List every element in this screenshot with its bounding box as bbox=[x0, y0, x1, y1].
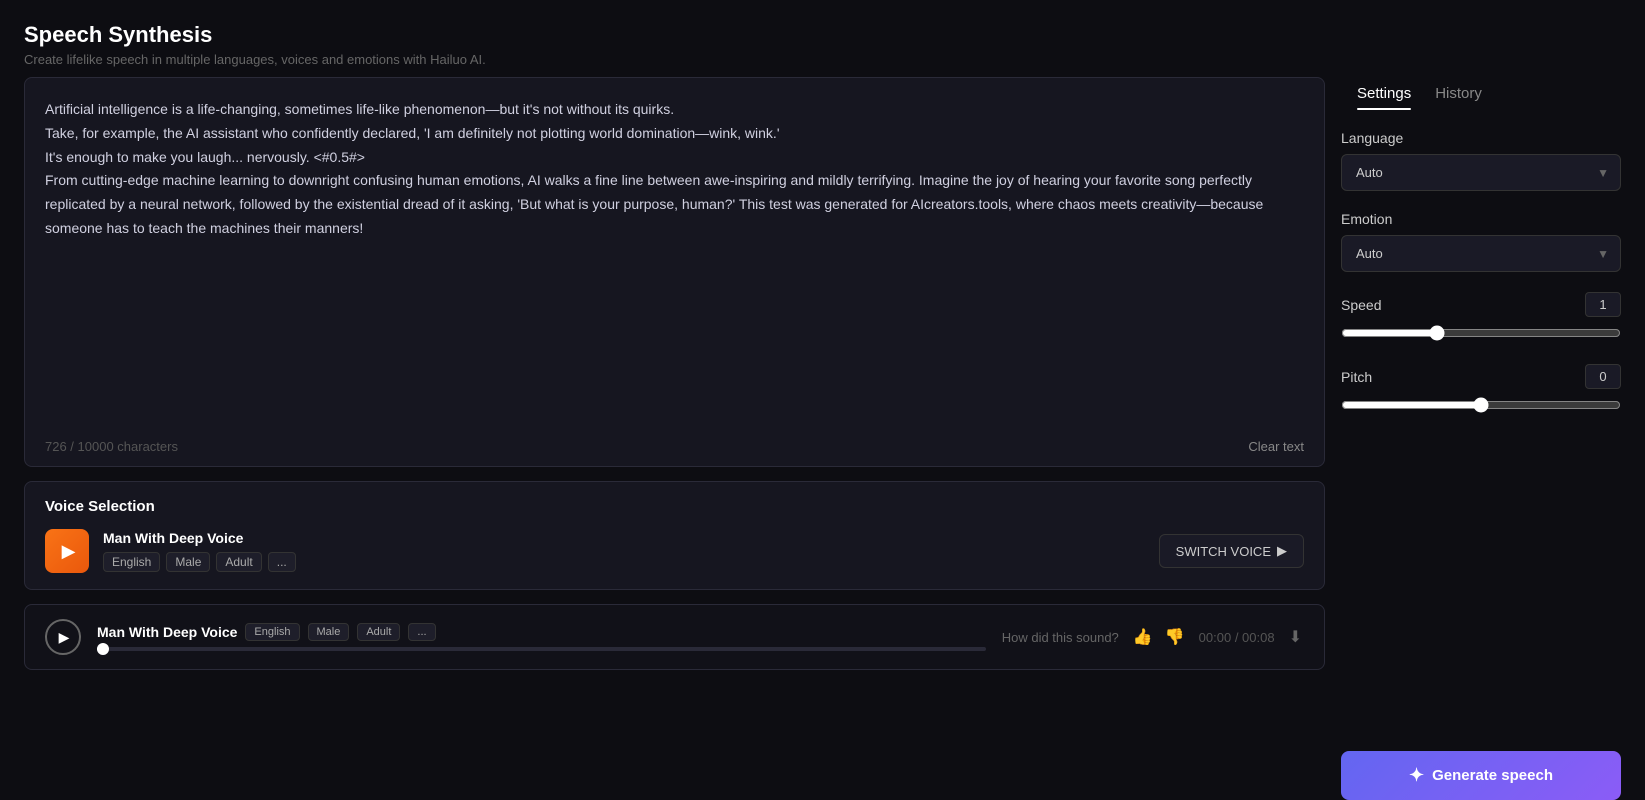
audio-current-time: 00:00 bbox=[1199, 630, 1232, 645]
audio-voice-name: Man With Deep Voice bbox=[97, 624, 237, 640]
emotion-select[interactable]: Auto Neutral Happy Sad Angry Fearful bbox=[1341, 235, 1621, 272]
page-title: Speech Synthesis bbox=[24, 22, 1621, 48]
audio-time: 00:00 / 00:08 bbox=[1199, 630, 1275, 645]
audio-progress-dot bbox=[97, 643, 109, 655]
voice-selection-section: Voice Selection ▶ Man With Deep Voice En… bbox=[24, 481, 1325, 590]
audio-tag-age: Adult bbox=[357, 623, 400, 641]
pitch-value: 0 bbox=[1585, 364, 1621, 389]
voice-selection-title: Voice Selection bbox=[45, 498, 1304, 515]
pitch-slider[interactable] bbox=[1341, 397, 1621, 413]
emotion-select-wrapper: Auto Neutral Happy Sad Angry Fearful ▼ bbox=[1341, 235, 1621, 272]
pitch-label: Pitch bbox=[1341, 369, 1372, 385]
emotion-setting: Emotion Auto Neutral Happy Sad Angry Fea… bbox=[1341, 211, 1621, 272]
generate-speech-label: Generate speech bbox=[1432, 767, 1553, 784]
audio-play-button[interactable]: ▶ bbox=[45, 619, 81, 655]
tabs-row: Settings History bbox=[1341, 77, 1621, 110]
switch-voice-label: SWITCH VOICE bbox=[1176, 544, 1271, 559]
header: Speech Synthesis Create lifelike speech … bbox=[0, 0, 1645, 77]
thumbs-down-button[interactable]: 👎 bbox=[1163, 625, 1187, 649]
audio-player: ▶ Man With Deep Voice English Male Adult… bbox=[24, 604, 1325, 670]
speech-text-input[interactable]: Artificial intelligence is a life-changi… bbox=[25, 78, 1324, 431]
voice-preview-button[interactable]: ▶ bbox=[45, 529, 89, 573]
char-count: 726 / 10000 characters bbox=[45, 439, 178, 454]
switch-voice-button[interactable]: SWITCH VOICE ▶ bbox=[1159, 534, 1304, 568]
how-did-sound-label: How did this sound? bbox=[1002, 630, 1119, 645]
speed-label: Speed bbox=[1341, 297, 1381, 313]
settings-panel: Language Auto English Spanish French Ger… bbox=[1341, 130, 1621, 416]
language-select[interactable]: Auto English Spanish French German Chine… bbox=[1341, 154, 1621, 191]
voice-tag-age: Adult bbox=[216, 552, 261, 572]
audio-feedback-buttons: 👍 👎 bbox=[1131, 625, 1187, 649]
left-panel: Artificial intelligence is a life-changi… bbox=[24, 77, 1325, 800]
audio-voice-info: Man With Deep Voice English Male Adult .… bbox=[97, 623, 986, 641]
clear-text-button[interactable]: Clear text bbox=[1248, 439, 1304, 454]
language-label: Language bbox=[1341, 130, 1621, 146]
pitch-setting: Pitch 0 bbox=[1341, 364, 1621, 416]
voice-tag-gender: Male bbox=[166, 552, 210, 572]
text-input-container: Artificial intelligence is a life-changi… bbox=[24, 77, 1325, 467]
play-icon: ▶ bbox=[62, 541, 76, 562]
voice-info: Man With Deep Voice English Male Adult .… bbox=[103, 530, 1145, 572]
tab-history[interactable]: History bbox=[1423, 77, 1494, 110]
generate-icon: ✦ bbox=[1409, 765, 1424, 786]
speed-setting: Speed 1 bbox=[1341, 292, 1621, 344]
audio-tag-more: ... bbox=[408, 623, 435, 641]
right-panel: Settings History Language Auto English S… bbox=[1341, 77, 1621, 800]
voice-tag-language: English bbox=[103, 552, 160, 572]
voice-name: Man With Deep Voice bbox=[103, 530, 1145, 546]
audio-tag-gender: Male bbox=[308, 623, 350, 641]
tab-settings[interactable]: Settings bbox=[1345, 77, 1423, 110]
emotion-label: Emotion bbox=[1341, 211, 1621, 227]
audio-tag-language: English bbox=[245, 623, 299, 641]
voice-tag-more: ... bbox=[268, 552, 296, 572]
audio-download-button[interactable]: ⬇ bbox=[1287, 625, 1304, 649]
switch-voice-arrow-icon: ▶ bbox=[1277, 543, 1287, 559]
textarea-footer: 726 / 10000 characters Clear text bbox=[25, 431, 1324, 466]
language-select-wrapper: Auto English Spanish French German Chine… bbox=[1341, 154, 1621, 191]
audio-total-time: 00:08 bbox=[1242, 630, 1275, 645]
speed-value: 1 bbox=[1585, 292, 1621, 317]
thumbs-up-button[interactable]: 👍 bbox=[1131, 625, 1155, 649]
voice-tags: English Male Adult ... bbox=[103, 552, 1145, 572]
audio-right: How did this sound? 👍 👎 00:00 / 00:08 ⬇ bbox=[1002, 625, 1304, 649]
audio-separator: / bbox=[1235, 630, 1242, 645]
language-setting: Language Auto English Spanish French Ger… bbox=[1341, 130, 1621, 191]
audio-play-icon: ▶ bbox=[59, 629, 70, 646]
voice-item: ▶ Man With Deep Voice English Male Adult… bbox=[45, 529, 1304, 573]
page-subtitle: Create lifelike speech in multiple langu… bbox=[24, 52, 1621, 67]
main-layout: Artificial intelligence is a life-changi… bbox=[0, 77, 1645, 800]
audio-center: Man With Deep Voice English Male Adult .… bbox=[97, 623, 986, 651]
audio-progress-bar[interactable] bbox=[97, 647, 986, 651]
generate-speech-button[interactable]: ✦ Generate speech bbox=[1341, 751, 1621, 800]
speed-slider[interactable] bbox=[1341, 325, 1621, 341]
